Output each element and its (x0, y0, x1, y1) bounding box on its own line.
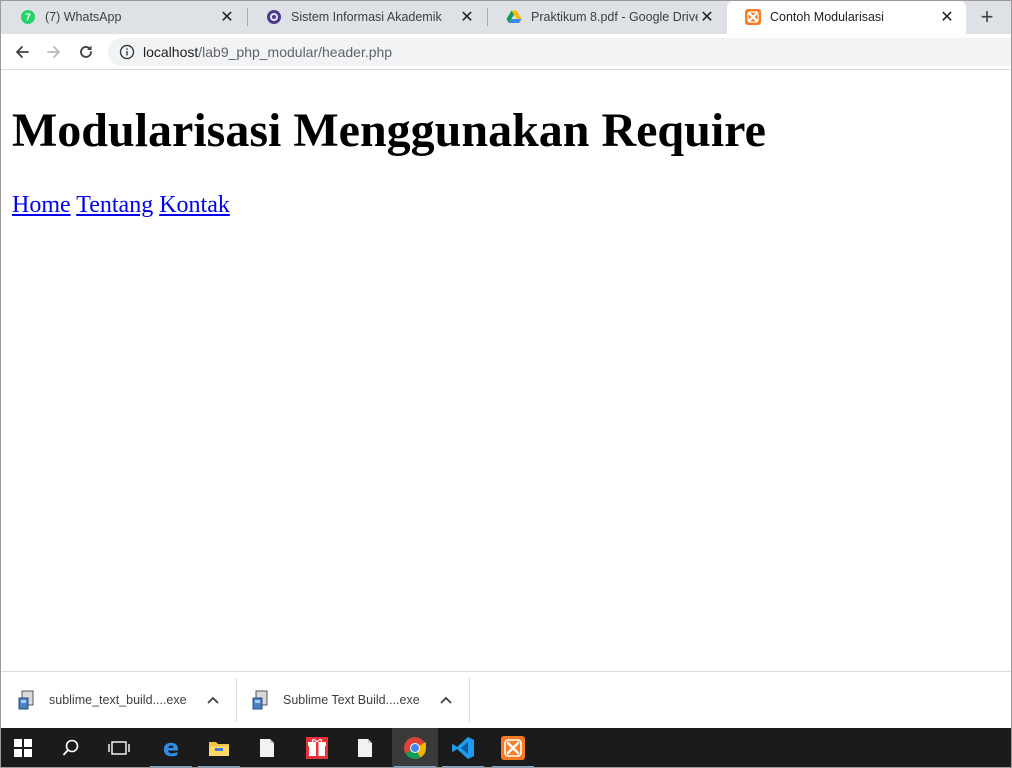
forward-arrow-icon (47, 46, 60, 58)
xampp-icon[interactable] (490, 728, 536, 768)
download-filename: Sublime Text Build....exe (283, 693, 420, 707)
page-heading: Modularisasi Menggunakan Require (12, 104, 766, 157)
gift-app-icon[interactable] (294, 728, 340, 768)
edge-icon[interactable]: e (148, 728, 194, 768)
svg-text:e: e (163, 737, 179, 759)
svg-text:7: 7 (25, 13, 31, 24)
chrome-icon[interactable] (392, 728, 438, 768)
xampp-icon (745, 9, 761, 25)
download-separator (236, 678, 237, 722)
tab-title: Praktikum 8.pdf - Google Drive (531, 10, 698, 24)
file-icon[interactable] (244, 728, 290, 768)
whatsapp-icon: 7 (20, 9, 36, 25)
page-content: Modularisasi Menggunakan Require Home Te… (0, 71, 1012, 671)
tab-siakad[interactable]: Sistem Informasi Akademik ✕ (248, 0, 486, 34)
url-text[interactable]: localhost/lab9_php_modular/header.php (143, 44, 392, 60)
page-nav: Home Tentang Kontak (12, 191, 1000, 219)
forward-button[interactable] (40, 38, 68, 66)
file-explorer-icon[interactable] (196, 728, 242, 768)
link-kontak[interactable]: Kontak (159, 192, 230, 218)
installer-file-icon (252, 690, 268, 710)
reload-button[interactable] (72, 38, 100, 66)
installer-file-icon (18, 690, 34, 710)
close-icon[interactable]: ✕ (458, 8, 476, 26)
windows-start-icon[interactable] (0, 728, 46, 768)
university-logo-icon (266, 9, 282, 25)
back-button[interactable] (8, 38, 36, 66)
tab-contoh-modularisasi[interactable]: Contoh Modularisasi ✕ (727, 0, 966, 34)
tab-title: (7) WhatsApp (45, 10, 122, 24)
download-item[interactable]: sublime_text_build....exe (18, 678, 221, 722)
address-bar[interactable]: localhost/lab9_php_modular/header.php (108, 38, 1012, 66)
link-home[interactable]: Home (12, 192, 71, 218)
link-tentang[interactable]: Tentang (76, 192, 153, 218)
chevron-up-icon[interactable] (438, 692, 454, 708)
tab-whatsapp[interactable]: 7 (7) WhatsApp ✕ (2, 0, 246, 34)
download-shelf: sublime_text_build....exe Sublime Text B… (0, 671, 1012, 728)
reload-icon (80, 45, 92, 58)
url-path: /lab9_php_modular/header.php (198, 44, 393, 60)
chevron-up-icon[interactable] (205, 692, 221, 708)
download-filename: sublime_text_build....exe (49, 693, 187, 707)
close-icon[interactable]: ✕ (938, 8, 956, 26)
vscode-icon[interactable] (440, 728, 486, 768)
tab-title: Contoh Modularisasi (770, 10, 884, 24)
windows-taskbar: e (0, 728, 1012, 768)
tab-title: Sistem Informasi Akademik (291, 10, 442, 24)
back-arrow-icon (16, 46, 29, 58)
download-item[interactable]: Sublime Text Build....exe (252, 678, 454, 722)
url-host: localhost (143, 44, 199, 60)
task-view-icon[interactable] (96, 728, 142, 768)
close-icon[interactable]: ✕ (698, 8, 716, 26)
info-icon[interactable] (119, 44, 135, 60)
tab-strip: 7 (7) WhatsApp ✕ Sistem Informasi Akadem… (0, 0, 1012, 34)
google-drive-icon (506, 9, 522, 25)
search-icon[interactable] (48, 728, 94, 768)
close-icon[interactable]: ✕ (218, 8, 236, 26)
file-icon[interactable] (342, 728, 388, 768)
download-separator (469, 678, 470, 722)
new-tab-button[interactable]: + (974, 4, 1000, 29)
tab-google-drive[interactable]: Praktikum 8.pdf - Google Drive ✕ (488, 0, 726, 34)
browser-toolbar: localhost/lab9_php_modular/header.php (0, 34, 1012, 70)
